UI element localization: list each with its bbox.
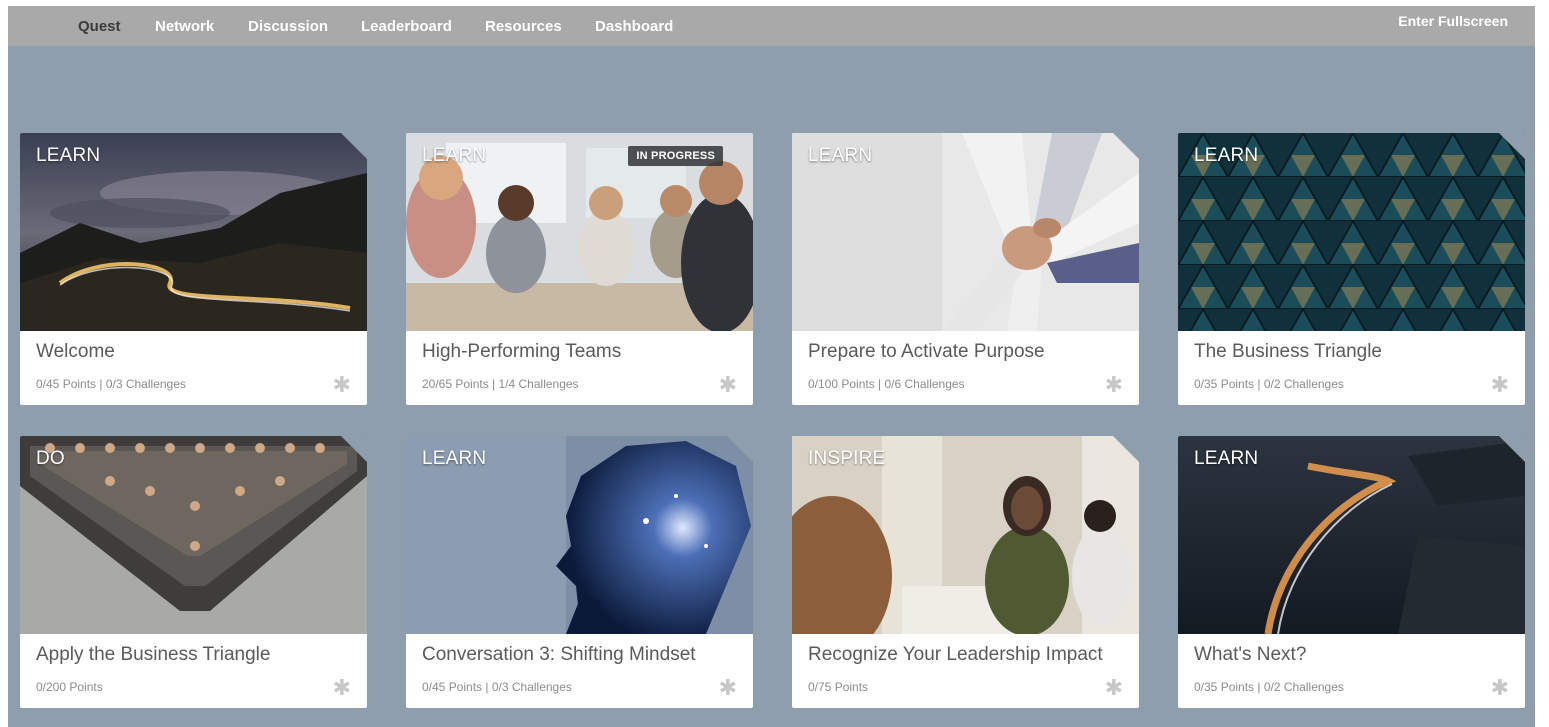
quest-app: Quest Network Discussion Leaderboard Res…	[8, 6, 1535, 727]
in-progress-badge: IN PROGRESS	[628, 146, 723, 166]
quest-card-high-performing-teams[interactable]: LEARN IN PROGRESS High-Performing Teams …	[406, 133, 753, 405]
card-image: DO	[20, 436, 367, 634]
card-title: Prepare to Activate Purpose	[808, 341, 1045, 362]
card-title: Conversation 3: Shifting Mindset	[422, 644, 696, 665]
quest-card-apply-the-business-triangle[interactable]: DO Apply the Business Triangle 0/200 Poi…	[20, 436, 367, 708]
top-navigation: Quest Network Discussion Leaderboard Res…	[8, 6, 1535, 46]
card-image: LEARN IN PROGRESS	[406, 133, 753, 331]
card-image: LEARN	[792, 133, 1139, 331]
card-type-label: DO	[36, 448, 65, 469]
quest-card-prepare-to-activate-purpose[interactable]: LEARN Prepare to Activate Purpose 0/100 …	[792, 133, 1139, 405]
card-image: LEARN	[1178, 436, 1525, 634]
nav-leaderboard[interactable]: Leaderboard	[361, 18, 452, 35]
card-title: Recognize Your Leadership Impact	[808, 644, 1103, 665]
card-progress-stats: 0/35 Points | 0/2 Challenges	[1194, 377, 1344, 391]
nav-discussion[interactable]: Discussion	[248, 18, 328, 35]
card-title: Apply the Business Triangle	[36, 644, 271, 665]
card-title: What's Next?	[1194, 644, 1307, 665]
card-title: High-Performing Teams	[422, 341, 622, 362]
card-title: The Business Triangle	[1194, 341, 1382, 362]
puzzle-piece-icon: ✱	[332, 373, 351, 398]
nav-resources[interactable]: Resources	[485, 18, 562, 35]
puzzle-piece-icon: ✱	[718, 373, 737, 398]
card-progress-stats: 0/45 Points | 0/3 Challenges	[422, 680, 572, 694]
puzzle-piece-icon: ✱	[332, 676, 351, 701]
card-type-label: LEARN	[422, 145, 487, 166]
card-progress-stats: 0/35 Points | 0/2 Challenges	[1194, 680, 1344, 694]
card-progress-stats: 0/45 Points | 0/3 Challenges	[36, 377, 186, 391]
card-type-label: LEARN	[1194, 448, 1259, 469]
quest-card-conversation-3-shifting-mindset[interactable]: LEARN Conversation 3: Shifting Mindset 0…	[406, 436, 753, 708]
quest-card-the-business-triangle[interactable]: LEARN The Business Triangle 0/35 Points …	[1178, 133, 1525, 405]
puzzle-piece-icon: ✱	[1490, 373, 1509, 398]
card-title: Welcome	[36, 341, 115, 362]
card-progress-stats: 0/200 Points	[36, 680, 103, 694]
card-progress-stats: 0/100 Points | 0/6 Challenges	[808, 377, 965, 391]
puzzle-piece-icon: ✱	[718, 676, 737, 701]
puzzle-piece-icon: ✱	[1104, 676, 1123, 701]
card-image: LEARN	[1178, 133, 1525, 331]
puzzle-piece-icon: ✱	[1104, 373, 1123, 398]
quest-card-whats-next[interactable]: LEARN What's Next? 0/35 Points | 0/2 Cha…	[1178, 436, 1525, 708]
puzzle-piece-icon: ✱	[1490, 676, 1509, 701]
card-type-label: LEARN	[808, 145, 873, 166]
card-type-label: INSPIRE	[808, 448, 886, 469]
nav-quest[interactable]: Quest	[78, 18, 121, 35]
card-image: INSPIRE	[792, 436, 1139, 634]
nav-dashboard[interactable]: Dashboard	[595, 18, 673, 35]
nav-network[interactable]: Network	[155, 18, 214, 35]
card-progress-stats: 20/65 Points | 1/4 Challenges	[422, 377, 579, 391]
card-type-label: LEARN	[36, 145, 101, 166]
card-progress-stats: 0/75 Points	[808, 680, 869, 694]
quest-card-welcome[interactable]: LEARN Welcome 0/45 Points | 0/3 Challeng…	[20, 133, 367, 405]
card-image: LEARN	[20, 133, 367, 331]
card-image: LEARN	[406, 436, 753, 634]
enter-fullscreen-button[interactable]: Enter Fullscreen	[1398, 13, 1508, 29]
quest-card-recognize-your-leadership-impact[interactable]: INSPIRE Recognize Your Leadership Impact…	[792, 436, 1139, 708]
card-type-label: LEARN	[422, 448, 487, 469]
card-type-label: LEARN	[1194, 145, 1259, 166]
